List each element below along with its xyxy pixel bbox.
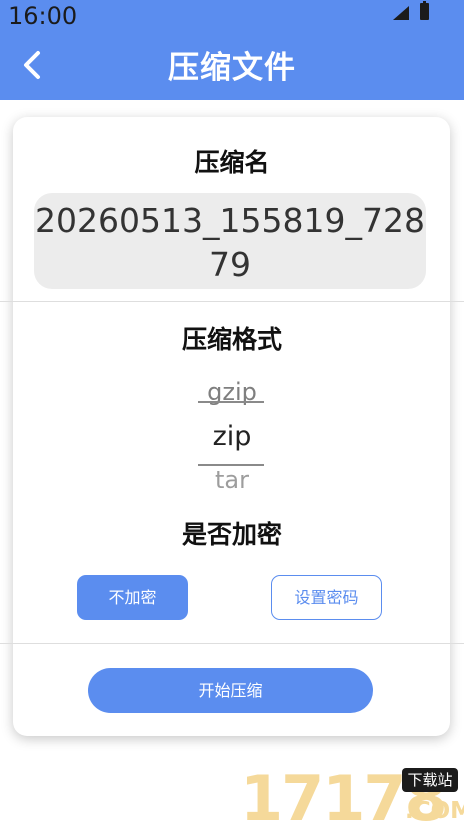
site-watermark-logo: 17178 下载站 .COM <box>240 762 464 830</box>
status-time: 16:00 <box>8 2 78 30</box>
watermark-suffix: .COM <box>405 798 464 824</box>
signal-icon <box>393 6 409 20</box>
status-bar: 16:00 <box>0 0 464 32</box>
battery-icon <box>420 1 429 20</box>
page-title: 压缩文件 <box>168 50 296 86</box>
set-password-button[interactable]: 设置密码 <box>271 575 382 620</box>
start-compress-button[interactable]: 开始压缩 <box>88 668 373 713</box>
picker-top-line <box>198 401 264 403</box>
watermark-tag: 下载站 <box>402 768 458 792</box>
encryption-label: 是否加密 <box>181 520 282 549</box>
divider <box>0 643 464 644</box>
archive-name-value[interactable]: 20260513_155819_72879 <box>34 199 426 287</box>
format-option-next[interactable]: tar <box>0 466 464 494</box>
no-encrypt-button[interactable]: 不加密 <box>77 575 188 620</box>
format-option-selected[interactable]: zip <box>0 421 464 452</box>
divider <box>0 301 464 302</box>
archive-name-label: 压缩名 <box>194 148 270 177</box>
app-toolbar: 压缩文件 <box>0 32 464 100</box>
format-label: 压缩格式 <box>181 325 282 354</box>
